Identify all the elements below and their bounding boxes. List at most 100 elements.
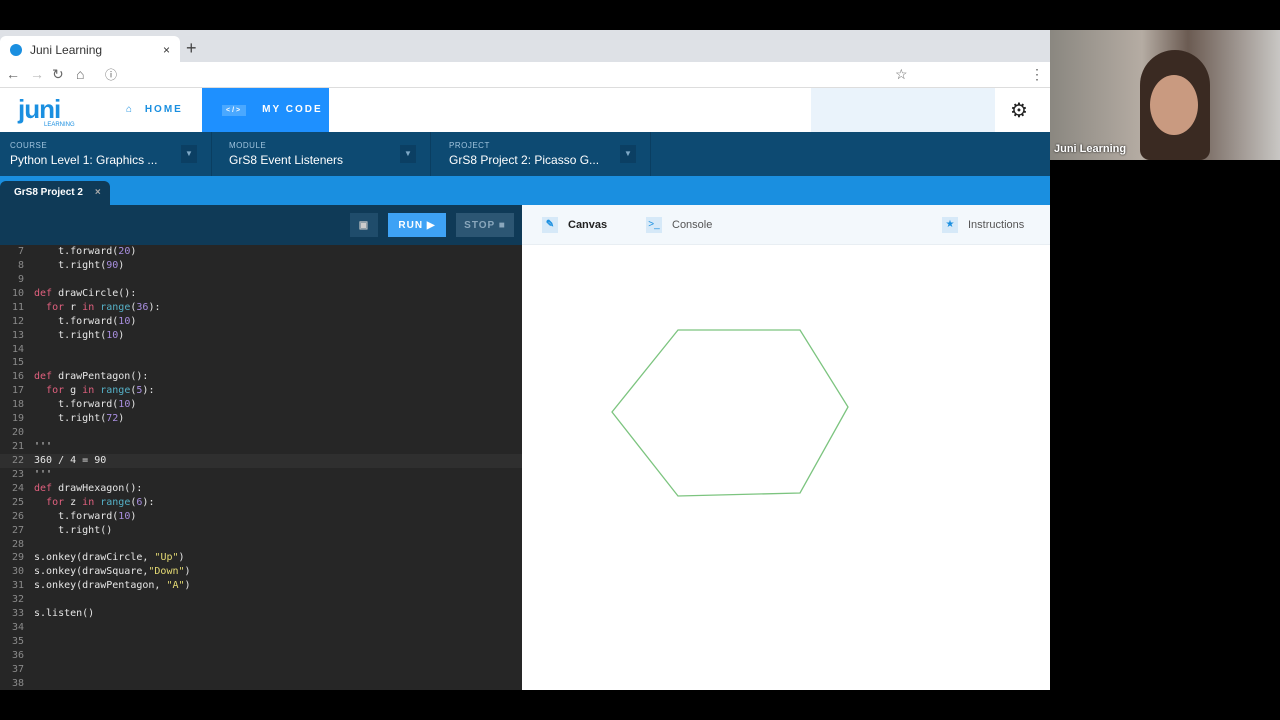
code-line[interactable]: 35 — [0, 635, 522, 649]
code-line[interactable]: 22 360 / 4 = 90 — [0, 453, 522, 468]
code-line[interactable]: 7 t.forward(20) — [0, 245, 522, 259]
code-text: t.right() — [34, 524, 113, 536]
code-line[interactable]: 18 t.forward(10) — [0, 398, 522, 412]
home-icon[interactable]: ⌂ — [76, 66, 84, 82]
line-number: 34 — [11, 622, 24, 634]
stop-button[interactable]: STOP ■ — [456, 213, 514, 237]
code-line[interactable]: 38 — [0, 677, 522, 691]
code-text: s.onkey(drawCircle, "Up") — [34, 552, 185, 564]
code-line[interactable]: 8 t.right(90) — [0, 259, 522, 273]
line-number: 36 — [11, 649, 24, 661]
code-text: s.listen() — [34, 608, 95, 620]
code-text: ''' — [34, 468, 53, 480]
forward-icon[interactable]: → — [30, 66, 44, 82]
gear-icon[interactable]: ⚙ — [1010, 98, 1028, 123]
code-line[interactable]: 9 — [0, 273, 522, 287]
line-number: 9 — [17, 273, 24, 285]
code-line[interactable]: 37 — [0, 663, 522, 677]
code-line[interactable]: 12 t.forward(10) — [0, 315, 522, 329]
tab-canvas[interactable]: ✎ Canvas — [542, 217, 607, 233]
close-tab-icon[interactable]: × — [163, 43, 170, 57]
file-tab[interactable]: GrS8 Project 2 × — [0, 181, 110, 205]
code-text: s.onkey(drawPentagon, "A") — [34, 580, 191, 592]
code-line[interactable]: 14 — [0, 343, 522, 357]
code-line[interactable]: 27 t.right() — [0, 524, 522, 538]
run-button[interactable]: RUN ▶ — [388, 213, 446, 237]
course-select[interactable]: COURSE Python Level 1: Graphics ... ▼ — [0, 132, 212, 176]
code-line[interactable]: 19 t.right(72) — [0, 412, 522, 426]
code-line[interactable]: 32 — [0, 593, 522, 607]
code-line[interactable]: 16 def drawPentagon(): — [0, 370, 522, 384]
line-number: 22 — [11, 454, 24, 466]
address-bar[interactable]: ← → ↻ ⌂ ⓘ ☆ ⋮ — [0, 62, 1050, 88]
terminal-icon: >_ — [646, 217, 662, 233]
favicon-icon — [10, 43, 22, 56]
code-line[interactable]: 11 for r in range(36): — [0, 301, 522, 315]
tab-console[interactable]: >_ Console — [646, 217, 712, 233]
chevron-down-icon: ▼ — [181, 145, 197, 163]
code-line[interactable]: 33 s.listen() — [0, 607, 522, 621]
close-icon[interactable]: × — [95, 187, 101, 198]
line-number: 28 — [11, 538, 24, 550]
info-icon: ⓘ — [105, 68, 118, 82]
tab-instructions[interactable]: ★ Instructions — [942, 217, 1024, 233]
code-line[interactable]: 34 — [0, 621, 522, 635]
file-tab-bar — [0, 176, 1050, 205]
line-number: 13 — [11, 329, 24, 341]
browser-tab-title: Juni Learning — [30, 42, 103, 57]
save-button[interactable]: ▣ — [350, 213, 378, 237]
nav-my-code[interactable]: </> MY CODE — [202, 88, 329, 132]
code-line[interactable]: 20 — [0, 426, 522, 440]
code-line[interactable]: 36 — [0, 649, 522, 663]
hexagon-drawing — [611, 329, 849, 497]
project-select[interactable]: PROJECT GrS8 Project 2: Picasso G... ▼ — [439, 132, 651, 176]
code-line[interactable]: 29 s.onkey(drawCircle, "Up") — [0, 551, 522, 565]
code-text: for r in range(36): — [46, 301, 161, 313]
juni-logo[interactable]: juni LEARNING — [18, 94, 75, 128]
reload-icon[interactable]: ↻ — [52, 66, 64, 83]
code-text: t.right(10) — [34, 329, 125, 341]
code-line[interactable]: 17 for g in range(5): — [0, 384, 522, 398]
chevron-down-icon: ▼ — [400, 145, 416, 163]
line-number: 38 — [11, 677, 24, 689]
line-number: 20 — [11, 427, 24, 439]
menu-icon[interactable]: ⋮ — [1030, 66, 1044, 83]
code-line[interactable]: 23 ''' — [0, 468, 522, 482]
line-number: 33 — [11, 608, 24, 620]
line-number: 35 — [11, 636, 24, 648]
code-line[interactable]: 13 t.right(10) — [0, 329, 522, 343]
code-line[interactable]: 26 t.forward(10) — [0, 510, 522, 524]
code-text: def drawCircle(): — [34, 287, 137, 299]
code-line[interactable]: 24 def drawHexagon(): — [0, 482, 522, 496]
browser-tab[interactable]: Juni Learning × — [0, 36, 180, 63]
code-text: t.forward(10) — [34, 510, 137, 522]
code-text: s.onkey(drawSquare,"Down") — [34, 566, 191, 578]
back-icon[interactable]: ← — [6, 66, 20, 82]
line-number: 26 — [11, 510, 24, 522]
code-text: def drawPentagon(): — [34, 371, 149, 383]
line-number: 15 — [11, 357, 24, 369]
star-icon[interactable]: ☆ — [895, 66, 908, 83]
line-number: 11 — [11, 301, 24, 313]
app-header: juni LEARNING ⌂ HOME </> MY CODE ⚙ — [0, 88, 1050, 132]
line-number: 31 — [11, 580, 24, 592]
output-tabs: ✎ Canvas >_ Console ★ Instructions — [522, 205, 1050, 245]
code-line[interactable]: 31 s.onkey(drawPentagon, "A") — [0, 579, 522, 593]
code-line[interactable]: 21 ''' — [0, 440, 522, 454]
module-select[interactable]: MODULE GrS8 Event Listeners ▼ — [219, 132, 431, 176]
code-editor[interactable]: 7 t.forward(20) 8 t.right(90) 9 10 def drawC… — [0, 245, 522, 690]
line-number: 7 — [17, 246, 24, 257]
chevron-down-icon: ▼ — [620, 145, 636, 163]
code-text: t.right(90) — [34, 259, 125, 271]
code-line[interactable]: 28 — [0, 538, 522, 552]
code-text: for g in range(5): — [46, 385, 155, 397]
new-tab-button[interactable]: + — [186, 38, 197, 59]
code-line[interactable]: 30 s.onkey(drawSquare,"Down") — [0, 565, 522, 579]
face — [1150, 75, 1198, 135]
code-line[interactable]: 10 def drawCircle(): — [0, 287, 522, 301]
code-text: def drawHexagon(): — [34, 482, 143, 494]
code-line[interactable]: 15 — [0, 356, 522, 370]
nav-home[interactable]: ⌂ HOME — [126, 104, 183, 115]
line-number: 19 — [11, 413, 24, 425]
code-line[interactable]: 25 for z in range(6): — [0, 496, 522, 510]
